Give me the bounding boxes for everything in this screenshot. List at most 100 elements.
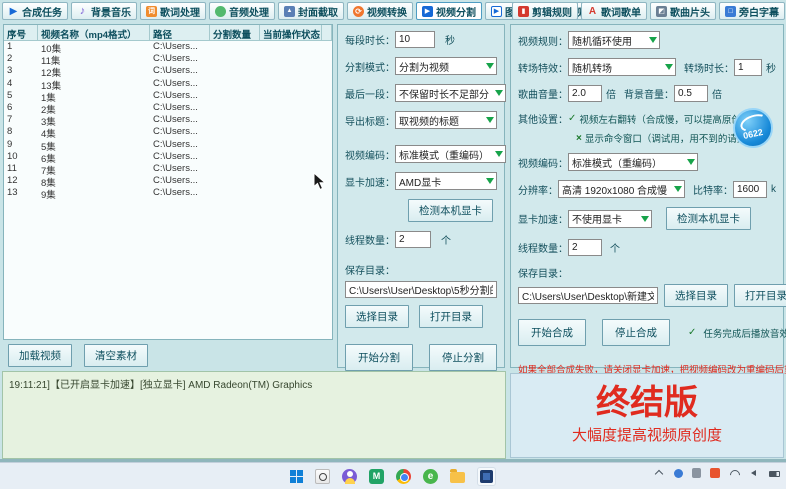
video-play-icon — [422, 6, 433, 17]
col-path[interactable]: 路径 — [150, 25, 210, 40]
encode-dropdown[interactable]: 标准模式（重编码） — [395, 145, 506, 163]
threads-input[interactable] — [395, 231, 431, 248]
watermark-badge: 0622 — [733, 108, 773, 148]
start-button-icon[interactable] — [290, 470, 303, 483]
tray-pin-icon[interactable] — [674, 469, 683, 478]
song-volume-unit: 倍 — [606, 86, 616, 101]
mix-save-dir-label: 保存目录： — [518, 265, 568, 280]
letter-a-icon — [587, 6, 598, 17]
mix-encode-dropdown[interactable]: 标准模式（重编码） — [568, 153, 698, 171]
mix-threads-input[interactable] — [568, 239, 602, 256]
table-row[interactable]: 95集C:\Users... — [4, 139, 332, 151]
tab-cover-capture[interactable]: 封面截取 — [278, 2, 344, 20]
choose-dir-button[interactable]: 选择目录 — [345, 305, 409, 328]
dropdown-arrow-icon[interactable] — [671, 181, 684, 197]
dropdown-arrow-icon[interactable] — [483, 173, 496, 189]
tray-shield-icon[interactable] — [692, 468, 701, 478]
dropdown-arrow-icon[interactable] — [483, 58, 496, 74]
flip-checkbox[interactable]: ✓ — [568, 113, 576, 124]
table-row[interactable]: 51集C:\Users... — [4, 90, 332, 102]
duration-input[interactable] — [395, 31, 435, 48]
tab-lyrics-processing[interactable]: 歌词处理 — [140, 2, 206, 20]
sound-checkbox[interactable]: ✓ — [688, 327, 696, 338]
sound-option-text[interactable]: 任务完成后播放音效 — [703, 326, 786, 340]
mix-choose-dir-button[interactable]: 选择目录 — [664, 284, 728, 307]
clear-materials-button[interactable]: 清空素材 — [84, 344, 148, 367]
file-explorer-icon[interactable] — [450, 472, 465, 483]
tab-lyrics-playlist[interactable]: 歌词歌单 — [581, 2, 647, 20]
dropdown-arrow-icon[interactable] — [492, 146, 505, 162]
mix-open-dir-button[interactable]: 打开目录 — [734, 284, 786, 307]
start-mix-button[interactable]: 开始合成 — [518, 319, 586, 346]
dropdown-arrow-icon[interactable] — [483, 112, 496, 128]
tray-expand-icon[interactable] — [654, 467, 665, 478]
mix-gpu-dropdown[interactable]: 不使用显卡 — [568, 210, 652, 228]
tab-label: 歌词处理 — [160, 4, 200, 19]
dropdown-arrow-icon[interactable] — [492, 85, 505, 101]
active-app-icon[interactable] — [480, 470, 493, 483]
table-row[interactable]: 128集C:\Users... — [4, 175, 332, 187]
start-split-button[interactable]: 开始分割 — [345, 344, 413, 371]
tab-video-convert[interactable]: 视频转换 — [347, 2, 413, 20]
mix-save-dir-input[interactable] — [518, 287, 658, 304]
mail-app-icon[interactable] — [369, 469, 384, 484]
dropdown-arrow-icon[interactable] — [646, 32, 659, 48]
table-row[interactable]: 211集C:\Users... — [4, 53, 332, 65]
open-dir-button[interactable]: 打开目录 — [419, 305, 483, 328]
resolution-dropdown[interactable]: 高清 1920x1080 合成慢 — [558, 180, 685, 198]
tab-song-intro[interactable]: 歌曲片头 — [650, 2, 716, 20]
stop-split-button[interactable]: 停止分割 — [429, 344, 497, 371]
table-row[interactable]: 110集C:\Users... — [4, 41, 332, 53]
last-segment-dropdown[interactable]: 不保留时长不足部分 — [395, 84, 506, 102]
lyrics-icon — [146, 6, 157, 17]
gpu-dropdown[interactable]: AMD显卡 — [395, 172, 497, 190]
tab-background-music[interactable]: 背景音乐 — [71, 2, 137, 20]
table-row[interactable]: 117集C:\Users... — [4, 163, 332, 175]
dropdown-arrow-icon[interactable] — [638, 211, 651, 227]
transition-dropdown[interactable]: 随机转场 — [568, 58, 676, 76]
tab-audio-processing[interactable]: 音频处理 — [209, 2, 275, 20]
col-split-count[interactable]: 分割数量 — [210, 25, 260, 40]
video-rule-dropdown[interactable]: 随机循环使用 — [568, 31, 660, 49]
table-row[interactable]: 139集C:\Users... — [4, 187, 332, 199]
browser-360-icon[interactable] — [423, 469, 438, 484]
table-row[interactable]: 106集C:\Users... — [4, 151, 332, 163]
col-name[interactable]: 视频名称（mp4格式） — [38, 25, 150, 40]
dropdown-arrow-icon[interactable] — [684, 154, 697, 170]
save-dir-input[interactable] — [345, 281, 497, 298]
table-row[interactable]: 62集C:\Users... — [4, 102, 332, 114]
video-table: 序号 视频名称（mp4格式） 路径 分割数量 当前操作状态 110集C:\Use… — [3, 24, 333, 340]
table-row[interactable]: 84集C:\Users... — [4, 126, 332, 138]
song-volume-input[interactable] — [568, 85, 602, 102]
bg-volume-input[interactable] — [674, 85, 708, 102]
table-row[interactable]: 312集C:\Users... — [4, 65, 332, 77]
volume-icon[interactable] — [749, 467, 760, 478]
mix-detect-gpu-button[interactable]: 检测本机显卡 — [666, 207, 751, 230]
tab-edit-rules[interactable]: 剪辑规则 — [512, 2, 578, 20]
split-mode-dropdown[interactable]: 分割为视频 — [395, 57, 497, 75]
export-title-dropdown[interactable]: 取视频的标题 — [395, 111, 497, 129]
tray-alert-icon[interactable] — [710, 468, 720, 478]
tab-video-split[interactable]: 视频分割 — [416, 2, 482, 20]
chrome-icon[interactable] — [396, 469, 411, 484]
detect-gpu-button[interactable]: 检测本机显卡 — [408, 199, 493, 222]
wifi-icon[interactable] — [729, 467, 740, 478]
cmd-window-checkbox[interactable]: × — [576, 133, 582, 144]
dropdown-arrow-icon[interactable] — [662, 59, 675, 75]
stop-mix-button[interactable]: 停止合成 — [602, 319, 670, 346]
bitrate-input[interactable] — [733, 181, 767, 198]
col-status[interactable]: 当前操作状态 — [260, 25, 322, 40]
tab-label: 旁白字幕 — [739, 4, 779, 19]
duration-label: 每段时长： — [345, 32, 395, 47]
audio-icon — [215, 6, 226, 17]
contacts-app-icon[interactable] — [342, 469, 357, 484]
transition-time-input[interactable] — [734, 59, 762, 76]
battery-icon[interactable] — [769, 471, 780, 477]
tab-narration-subtitle[interactable]: 旁白字幕 — [719, 2, 785, 20]
tab-compose-task[interactable]: 合成任务 — [2, 2, 68, 20]
col-index[interactable]: 序号 — [4, 25, 38, 40]
table-row[interactable]: 413集C:\Users... — [4, 78, 332, 90]
table-row[interactable]: 73集C:\Users... — [4, 114, 332, 126]
load-videos-button[interactable]: 加载视频 — [8, 344, 72, 367]
search-icon[interactable] — [315, 469, 330, 484]
